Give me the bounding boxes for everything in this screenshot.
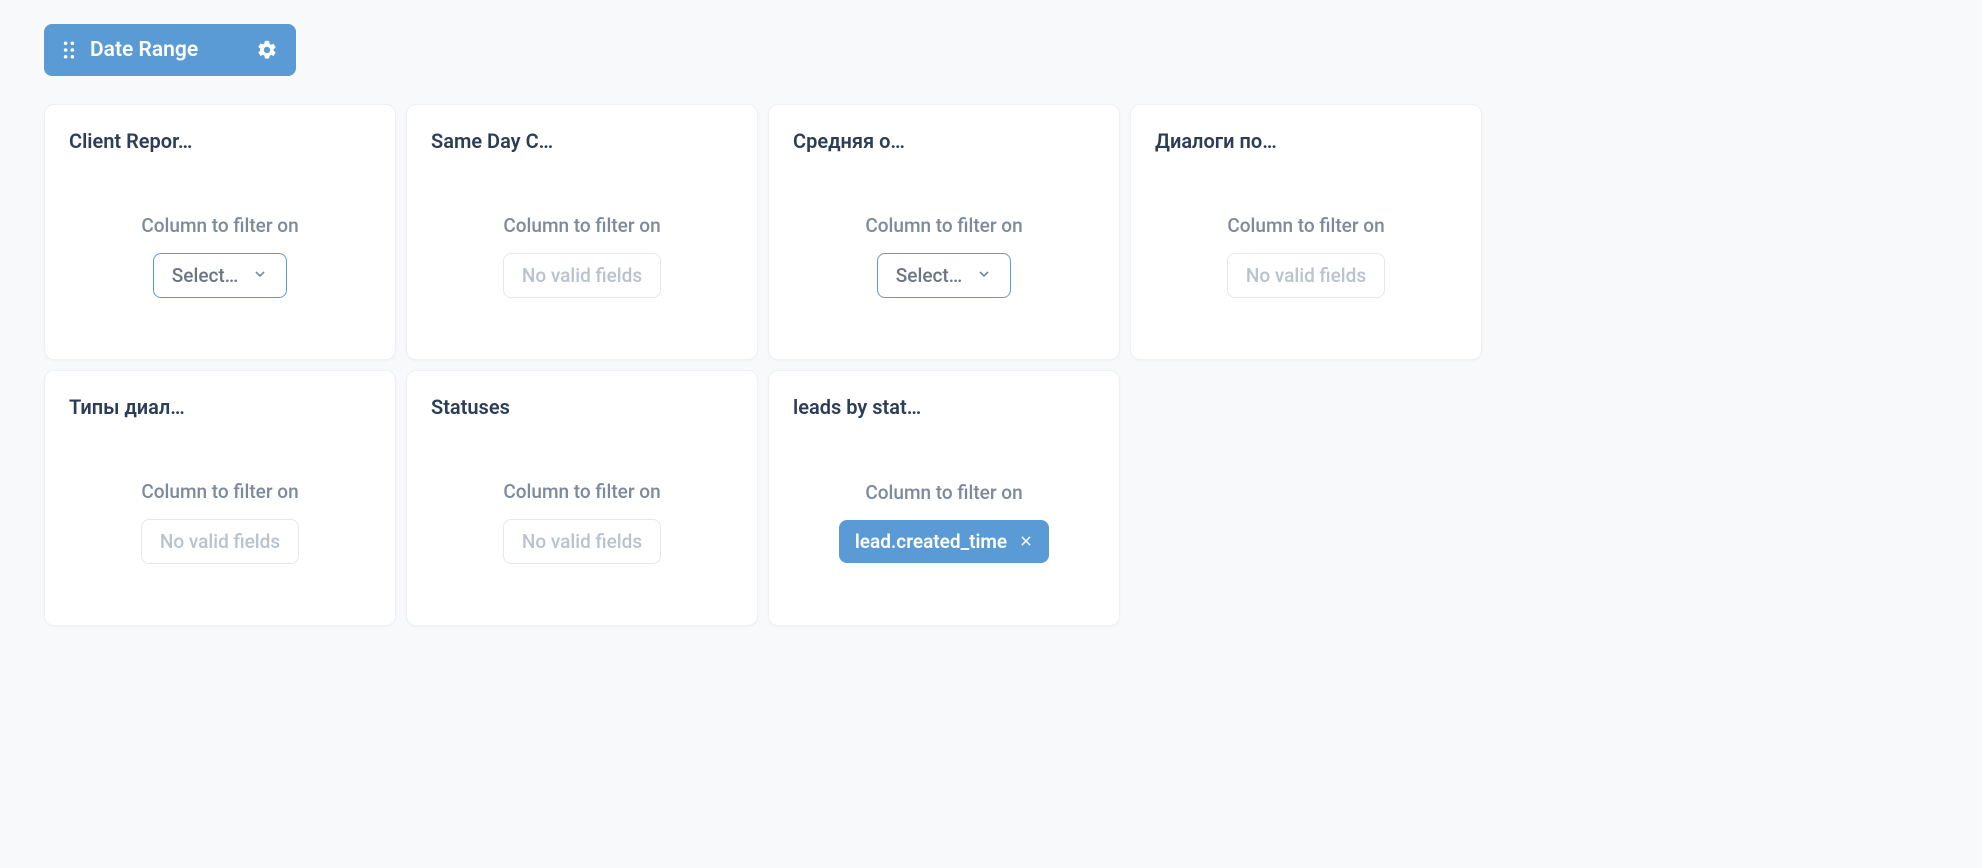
card-title: Client Repor…: [69, 129, 209, 153]
card-body: Column to filter on No valid fields: [69, 419, 371, 625]
card-body: Column to filter on Select…: [793, 153, 1095, 359]
card-title: Средняя о…: [793, 129, 933, 153]
filter-label: Column to filter on: [503, 480, 660, 503]
filter-card: Средняя о… Column to filter on Select…: [768, 104, 1120, 360]
column-select[interactable]: Select…: [153, 253, 287, 298]
card-title: Диалоги по…: [1155, 129, 1295, 153]
filter-card: Диалоги по… Column to filter on No valid f…: [1130, 104, 1482, 360]
no-valid-fields-label: No valid fields: [522, 264, 642, 287]
card-body: Column to filter on Select…: [69, 153, 371, 359]
date-range-pill[interactable]: Date Range: [44, 24, 296, 76]
card-title: leads by stat…: [793, 395, 933, 419]
filter-label: Column to filter on: [865, 214, 1022, 237]
no-valid-fields-label: No valid fields: [522, 530, 642, 553]
no-valid-fields-label: No valid fields: [160, 530, 280, 553]
chip-label: lead.created_time: [855, 530, 1007, 553]
drag-handle-icon[interactable]: [62, 41, 76, 59]
card-body: Column to filter on lead.created_time: [793, 419, 1095, 625]
close-icon[interactable]: [1019, 530, 1033, 553]
chevron-down-icon: [976, 264, 992, 287]
filter-label: Column to filter on: [141, 214, 298, 237]
filter-label: Column to filter on: [865, 481, 1022, 504]
no-valid-fields-label: No valid fields: [1246, 264, 1366, 287]
filter-label: Column to filter on: [1227, 214, 1384, 237]
chevron-down-icon: [252, 264, 268, 287]
card-title: Statuses: [431, 395, 571, 419]
selected-column-chip[interactable]: lead.created_time: [839, 520, 1049, 563]
select-placeholder: Select…: [172, 264, 238, 287]
column-select-disabled: No valid fields: [1227, 253, 1385, 298]
column-select-disabled: No valid fields: [503, 253, 661, 298]
card-body: Column to filter on No valid fields: [1155, 153, 1457, 359]
column-select-disabled: No valid fields: [141, 519, 299, 564]
card-title: Типы диал…: [69, 395, 209, 419]
gear-icon[interactable]: [256, 39, 278, 61]
card-body: Column to filter on No valid fields: [431, 153, 733, 359]
column-select[interactable]: Select…: [877, 253, 1011, 298]
date-range-label: Date Range: [90, 38, 198, 62]
filter-card: Same Day C… Column to filter on No valid f…: [406, 104, 758, 360]
select-placeholder: Select…: [896, 264, 962, 287]
filter-label: Column to filter on: [503, 214, 660, 237]
card-title: Same Day C…: [431, 129, 571, 153]
cards-grid: Client Repor… Column to filter on Select… S…: [44, 104, 1938, 626]
filter-card: Client Repor… Column to filter on Select…: [44, 104, 396, 360]
filter-card: leads by stat… Column to filter on lead.cr…: [768, 370, 1120, 626]
filter-card: Типы диал… Column to filter on No valid fi…: [44, 370, 396, 626]
filter-card: Statuses Column to filter on No valid fiel…: [406, 370, 758, 626]
card-body: Column to filter on No valid fields: [431, 419, 733, 625]
filter-label: Column to filter on: [141, 480, 298, 503]
column-select-disabled: No valid fields: [503, 519, 661, 564]
